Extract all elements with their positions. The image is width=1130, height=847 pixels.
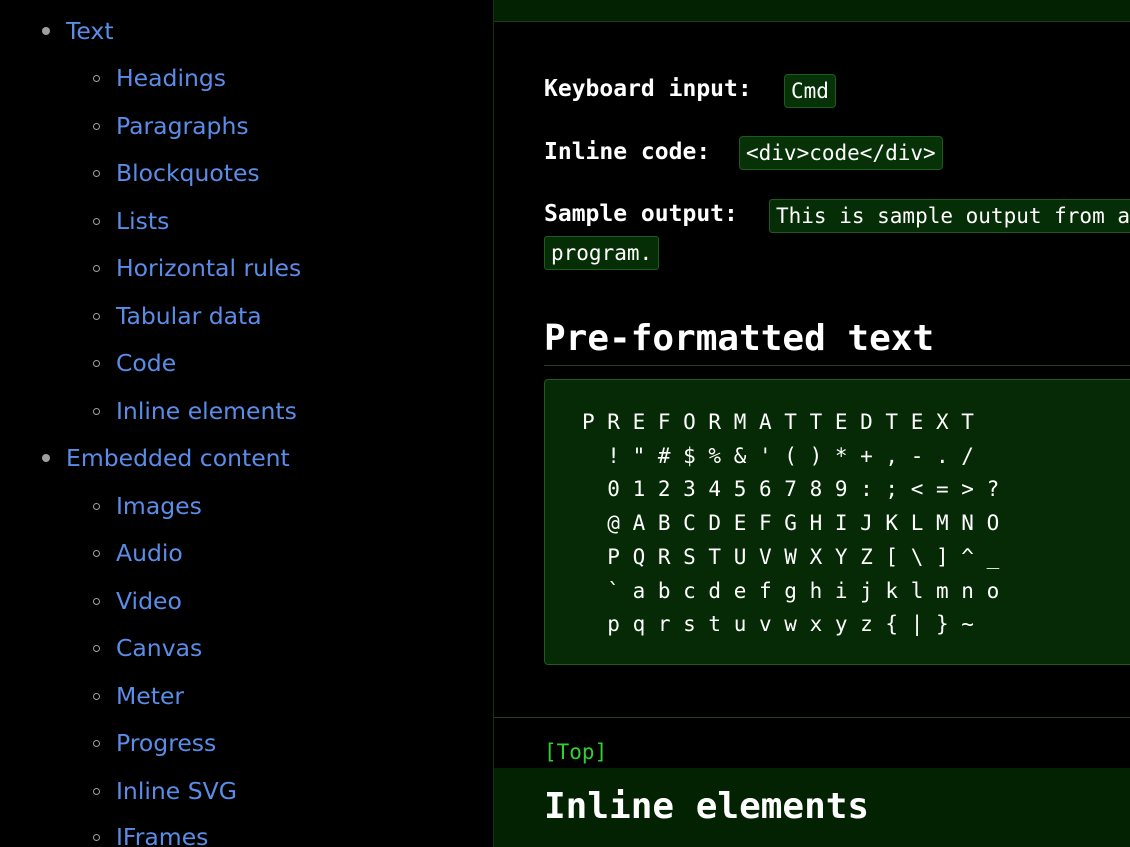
toc-item-horizontal-rules[interactable]: Horizontal rules	[116, 253, 301, 283]
sample-output-value-line1: This is sample output from a computer	[769, 199, 1130, 233]
bullet-circle-icon	[93, 834, 100, 841]
sample-output-value-line2: program.	[544, 236, 660, 270]
preformatted-block: P R E F O R M A T T E D T E X T ! " # $ …	[544, 379, 1130, 665]
toc-item-paragraphs[interactable]: Paragraphs	[116, 111, 249, 141]
toc-item-tabular-data[interactable]: Tabular data	[116, 301, 262, 331]
section-header-band	[494, 0, 1130, 22]
toc-item-inline-elements[interactable]: Inline elements	[116, 396, 297, 426]
keyboard-input-value: Cmd	[784, 74, 836, 108]
bullet-disc-icon	[42, 27, 50, 35]
next-section-title: Inline elements	[544, 786, 870, 827]
bullet-disc-icon	[42, 454, 50, 462]
toc-item-meter[interactable]: Meter	[116, 681, 184, 711]
bullet-circle-icon	[93, 75, 100, 82]
bullet-circle-icon	[93, 360, 100, 367]
toc-item-images[interactable]: Images	[116, 491, 202, 521]
toc-item-code[interactable]: Code	[116, 348, 176, 378]
bullet-circle-icon	[93, 265, 100, 272]
bullet-circle-icon	[93, 598, 100, 605]
bullet-circle-icon	[93, 503, 100, 510]
preformatted-section-title: Pre-formatted text	[544, 318, 935, 359]
toc-item-inline-svg[interactable]: Inline SVG	[116, 776, 237, 806]
inline-code-value: <div>code</div>	[739, 136, 943, 170]
bullet-circle-icon	[93, 788, 100, 795]
toc-item-iframes[interactable]: IFrames	[116, 822, 208, 847]
toc-item-canvas[interactable]: Canvas	[116, 633, 202, 663]
toc-item-progress[interactable]: Progress	[116, 728, 216, 758]
sample-output-label: Sample output:	[544, 201, 738, 227]
keyboard-input-label: Keyboard input:	[544, 76, 752, 102]
bullet-circle-icon	[93, 218, 100, 225]
toc-item-blockquotes[interactable]: Blockquotes	[116, 158, 260, 188]
next-section-header: Inline elements	[494, 768, 1130, 847]
toc-item-headings[interactable]: Headings	[116, 63, 226, 93]
toc-item-embedded-content[interactable]: Embedded content	[66, 443, 290, 473]
bullet-circle-icon	[93, 740, 100, 747]
section-divider	[544, 365, 1130, 366]
bullet-circle-icon	[93, 170, 100, 177]
sidebar-toc: Text Headings Paragraphs Blockquotes Lis…	[0, 0, 494, 847]
bullet-circle-icon	[93, 645, 100, 652]
toc-item-text[interactable]: Text	[66, 16, 114, 46]
bullet-circle-icon	[93, 313, 100, 320]
bullet-circle-icon	[93, 550, 100, 557]
preformatted-content: P R E F O R M A T T E D T E X T ! " # $ …	[582, 410, 1000, 637]
bullet-circle-icon	[93, 693, 100, 700]
bullet-circle-icon	[93, 123, 100, 130]
toc-item-lists[interactable]: Lists	[116, 206, 169, 236]
bullet-circle-icon	[93, 408, 100, 415]
section-end-divider	[494, 717, 1130, 718]
toc-item-video[interactable]: Video	[116, 586, 182, 616]
back-to-top-link[interactable]: [Top]	[544, 740, 607, 764]
main-content: Keyboard input: Cmd Inline code: <div>co…	[494, 0, 1130, 847]
toc-item-audio[interactable]: Audio	[116, 538, 183, 568]
inline-code-label: Inline code:	[544, 139, 711, 165]
